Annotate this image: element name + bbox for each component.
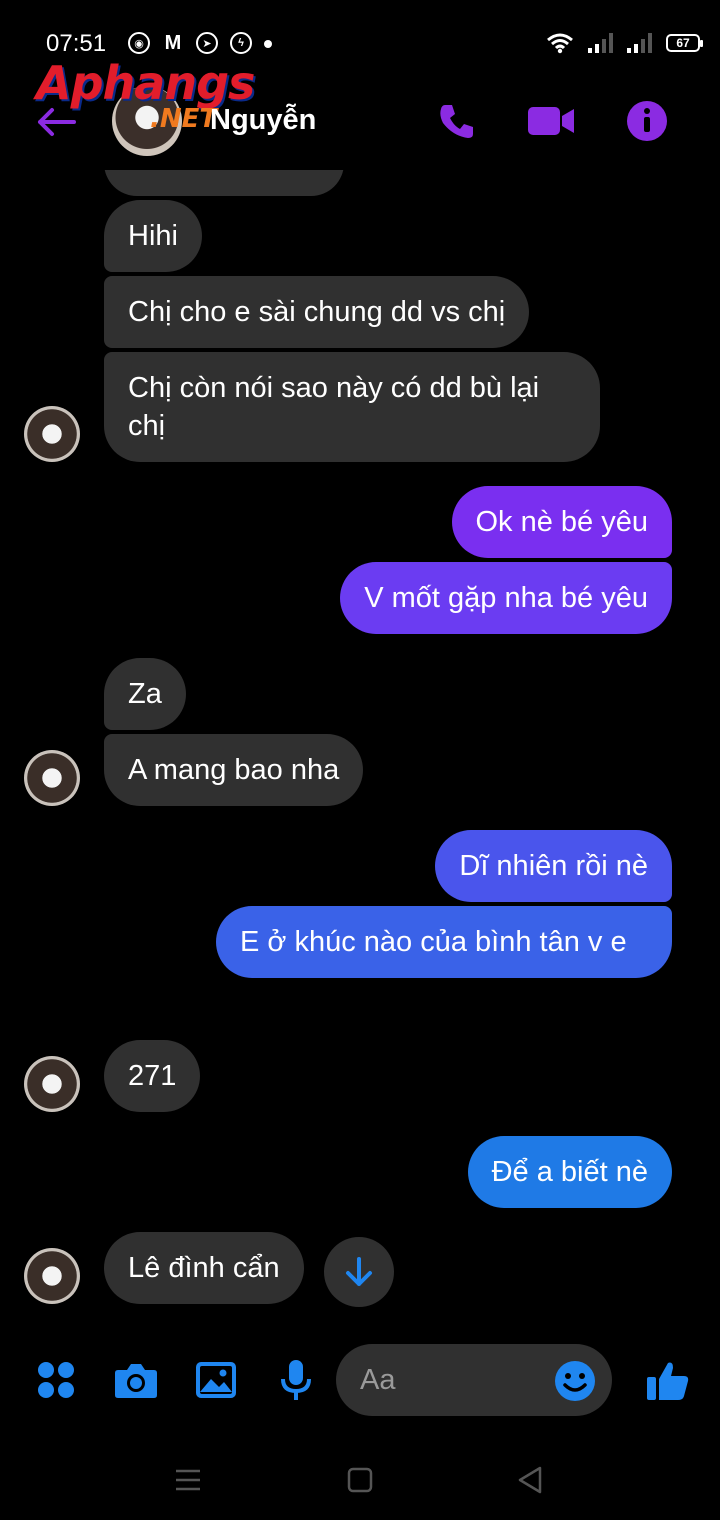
image-icon — [196, 1362, 236, 1398]
message-bubble-outgoing[interactable]: E ở khúc nào của bình tân v e — [216, 906, 672, 978]
video-camera-icon — [528, 107, 574, 135]
menu-lines-icon — [176, 1469, 200, 1491]
message-composer — [0, 1336, 720, 1426]
notification-icons: ◉ M ➤ ϟ — [128, 32, 272, 54]
gallery-button[interactable] — [192, 1356, 240, 1404]
back-nav-button[interactable] — [512, 1462, 548, 1498]
home-button[interactable] — [342, 1462, 378, 1498]
recent-apps-button[interactable] — [170, 1462, 206, 1498]
watermark-sub: .NET — [150, 104, 218, 134]
camera-button[interactable] — [112, 1356, 160, 1404]
square-icon — [347, 1467, 373, 1493]
triangle-back-icon — [518, 1466, 542, 1494]
message-bubble-incoming[interactable]: 271 — [104, 1040, 201, 1112]
microphone-icon — [281, 1360, 311, 1400]
system-status: 67 — [546, 32, 703, 54]
message-bubble-outgoing[interactable]: Để a biết nè — [467, 1136, 672, 1208]
conversation-header: Aphangs .NET Nguyễn — [0, 56, 720, 170]
scroll-to-bottom-button[interactable] — [324, 1237, 394, 1307]
message-bubble-outgoing[interactable]: Dĩ nhiên rồi nè — [435, 830, 672, 902]
sender-avatar[interactable] — [24, 750, 80, 806]
camera-icon — [115, 1364, 157, 1398]
message-bubble-outgoing[interactable]: Ok nè bé yêu — [451, 486, 672, 558]
wifi-icon — [547, 33, 573, 54]
emoji-button[interactable] — [554, 1360, 596, 1402]
gmail-icon: M — [164, 31, 182, 54]
like-button[interactable] — [644, 1356, 692, 1404]
video-call-button[interactable] — [526, 96, 576, 146]
contact-name[interactable]: Nguyễn — [210, 104, 316, 137]
message-bubble-incoming[interactable]: A mang bao nha — [104, 734, 364, 806]
watermark-text: Aphangs — [36, 56, 255, 110]
message-bubble-incoming[interactable]: Chị còn nói sao này có dd bù lại chị — [104, 352, 600, 462]
chrome-icon: ◉ — [128, 32, 150, 54]
signal-sim1-icon — [588, 33, 613, 53]
watermark-logo: Aphangs — [36, 56, 255, 110]
sender-avatar[interactable] — [24, 1056, 80, 1112]
sender-avatar[interactable] — [24, 1248, 80, 1304]
thumbs-up-icon — [647, 1362, 689, 1400]
voice-call-button[interactable] — [432, 96, 482, 146]
info-icon — [627, 101, 667, 141]
system-navigation-bar — [0, 1440, 720, 1520]
arrow-down-icon — [346, 1257, 372, 1286]
smiley-icon — [555, 1361, 595, 1401]
message-bubble-incoming[interactable]: Za — [104, 658, 186, 730]
four-dots-icon — [38, 1362, 74, 1398]
message-bubble-incoming[interactable]: Lê đình cẩn — [104, 1232, 304, 1304]
message-bubble-outgoing[interactable]: V mốt gặp nha bé yêu — [340, 562, 672, 634]
message-bubble-partial[interactable] — [104, 170, 344, 196]
voice-message-button[interactable] — [272, 1356, 320, 1404]
status-time: 07:51 — [46, 30, 107, 57]
message-bubble-incoming[interactable]: Hihi — [104, 200, 202, 272]
info-button[interactable] — [622, 96, 672, 146]
phone-icon — [440, 105, 473, 138]
message-bubble-incoming[interactable]: Chị cho e sài chung dd vs chị — [104, 276, 530, 348]
more-notifications-dot — [264, 40, 272, 48]
battery-icon: 67 — [666, 34, 703, 52]
telegram-icon: ➤ — [196, 32, 218, 54]
more-actions-button[interactable] — [32, 1356, 80, 1404]
arrow-left-icon — [38, 108, 76, 136]
sender-avatar[interactable] — [24, 406, 80, 462]
messenger-icon: ϟ — [230, 32, 252, 54]
message-list[interactable]: Hihi Chị cho e sài chung dd vs chị Chị c… — [0, 170, 720, 1330]
signal-sim2-icon — [627, 33, 652, 53]
